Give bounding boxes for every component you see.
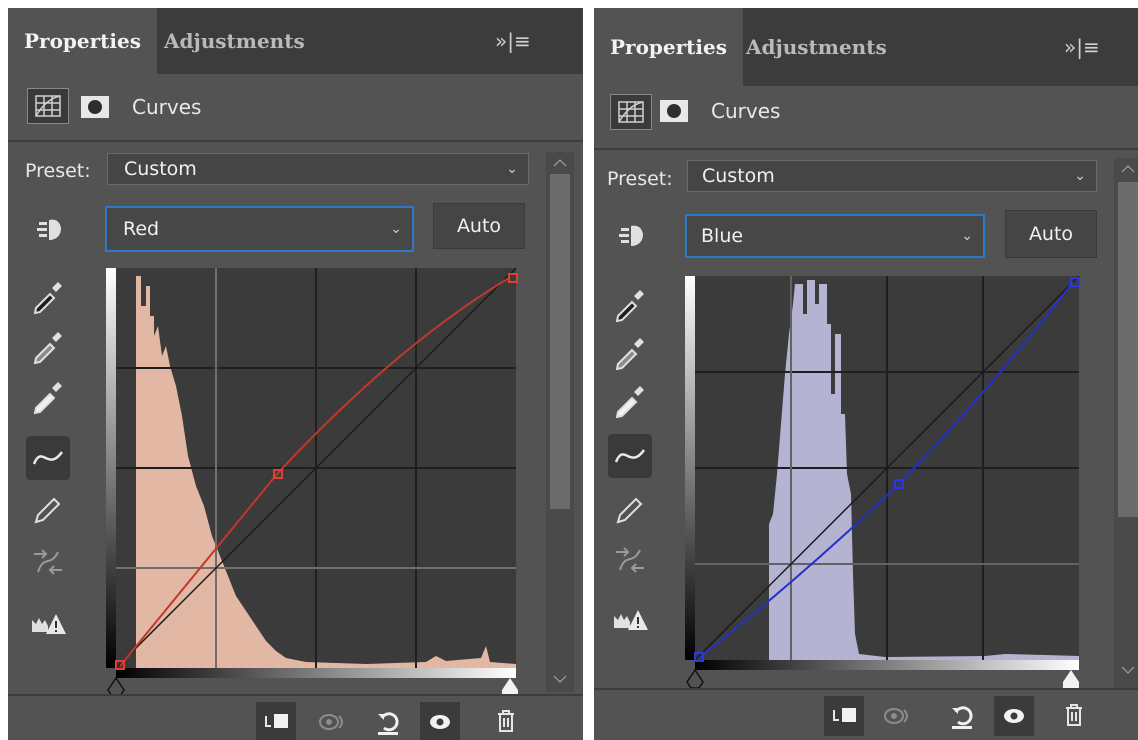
pencil-icon[interactable] — [608, 488, 652, 532]
smooth-icon — [608, 538, 652, 582]
scroll-down-icon[interactable] — [1118, 663, 1138, 677]
scroll-up-icon[interactable] — [550, 156, 570, 170]
layer-mask-icon[interactable] — [660, 100, 688, 122]
bottom-toolbar — [8, 694, 583, 740]
visibility-eye-icon[interactable] — [994, 696, 1034, 736]
layer-mask-icon[interactable] — [81, 96, 109, 118]
output-gradient-bar — [106, 268, 116, 668]
reset-icon[interactable] — [942, 696, 982, 736]
on-image-adjust-icon[interactable] — [607, 214, 651, 258]
tab-bar: Properties Adjustments »|≡ — [594, 8, 1138, 86]
chevron-down-icon: ⌄ — [961, 228, 973, 244]
preset-label: Preset: — [607, 168, 673, 190]
tab-adjustments[interactable]: Adjustments — [148, 8, 321, 74]
clip-to-layer-icon[interactable] — [824, 696, 864, 736]
preset-value: Custom — [702, 165, 775, 187]
tab-properties[interactable]: Properties — [594, 8, 743, 86]
scrollbar[interactable] — [1114, 158, 1138, 688]
properties-panel-red: Properties Adjustments »|≡ Curves Preset… — [8, 8, 583, 740]
sample-black-eyedropper-icon[interactable] — [608, 282, 652, 326]
curve-points-icon[interactable] — [608, 434, 652, 478]
clipping-warning-icon[interactable] — [26, 602, 70, 646]
view-previous-icon[interactable] — [313, 702, 353, 740]
panel-menu-button[interactable]: »|≡ — [495, 8, 531, 74]
on-image-adjust-icon[interactable] — [25, 208, 69, 252]
divider — [594, 148, 1138, 150]
divider — [8, 140, 583, 142]
curves-graph[interactable] — [106, 266, 526, 698]
channel-value: Red — [123, 218, 160, 240]
sample-gray-eyedropper-icon[interactable] — [26, 324, 70, 368]
sample-white-eyedropper-icon[interactable] — [26, 374, 70, 418]
black-point-slider[interactable] — [686, 668, 704, 689]
preset-label: Preset: — [25, 160, 91, 182]
scroll-thumb[interactable] — [550, 174, 570, 509]
curves-adjustment-icon[interactable] — [27, 88, 69, 124]
input-gradient-bar — [695, 660, 1079, 670]
adjustment-title: Curves — [711, 99, 781, 123]
channel-select[interactable]: Red ⌄ — [105, 206, 414, 252]
smooth-icon — [26, 540, 70, 584]
preset-value: Custom — [124, 158, 197, 180]
sample-white-eyedropper-icon[interactable] — [608, 378, 652, 422]
view-previous-icon[interactable] — [878, 696, 918, 736]
chevron-down-icon: ⌄ — [390, 221, 402, 237]
preset-select[interactable]: Custom ⌄ — [687, 160, 1097, 192]
tab-properties[interactable]: Properties — [8, 8, 157, 74]
clip-to-layer-icon[interactable] — [256, 702, 296, 740]
pencil-icon[interactable] — [26, 488, 70, 532]
adjustment-header: Curves — [594, 86, 1138, 152]
scroll-down-icon[interactable] — [550, 672, 570, 686]
chevron-down-icon: ⌄ — [1074, 168, 1086, 184]
bottom-toolbar — [594, 688, 1138, 740]
chevron-down-icon: ⌄ — [506, 161, 518, 177]
channel-select[interactable]: Blue ⌄ — [685, 214, 985, 258]
scroll-up-icon[interactable] — [1118, 162, 1138, 176]
scrollbar[interactable] — [546, 152, 574, 692]
output-gradient-bar — [685, 276, 695, 660]
sample-gray-eyedropper-icon[interactable] — [608, 330, 652, 374]
curves-graph[interactable] — [685, 274, 1095, 694]
sample-black-eyedropper-icon[interactable] — [26, 274, 70, 318]
white-point-slider[interactable] — [1063, 670, 1079, 688]
properties-panel-blue: Properties Adjustments »|≡ Curves Preset… — [594, 8, 1138, 740]
auto-button[interactable]: Auto — [433, 203, 525, 249]
channel-value: Blue — [701, 225, 744, 247]
adjustment-title: Curves — [132, 95, 202, 119]
delete-trash-icon[interactable] — [1054, 696, 1094, 736]
tab-adjustments[interactable]: Adjustments — [730, 8, 903, 86]
preset-select[interactable]: Custom ⌄ — [107, 153, 529, 185]
auto-button[interactable]: Auto — [1005, 210, 1097, 258]
curve-points-icon[interactable] — [26, 436, 70, 480]
curves-adjustment-icon[interactable] — [610, 94, 652, 130]
input-gradient-bar — [116, 668, 516, 678]
delete-trash-icon[interactable] — [486, 702, 526, 740]
adjustment-header: Curves — [8, 74, 583, 140]
clipping-warning-icon[interactable] — [608, 598, 652, 642]
tab-bar: Properties Adjustments »|≡ — [8, 8, 583, 74]
panel-menu-button[interactable]: »|≡ — [1064, 8, 1100, 86]
scroll-thumb[interactable] — [1118, 182, 1138, 517]
visibility-eye-icon[interactable] — [420, 702, 460, 740]
reset-icon[interactable] — [368, 702, 408, 740]
